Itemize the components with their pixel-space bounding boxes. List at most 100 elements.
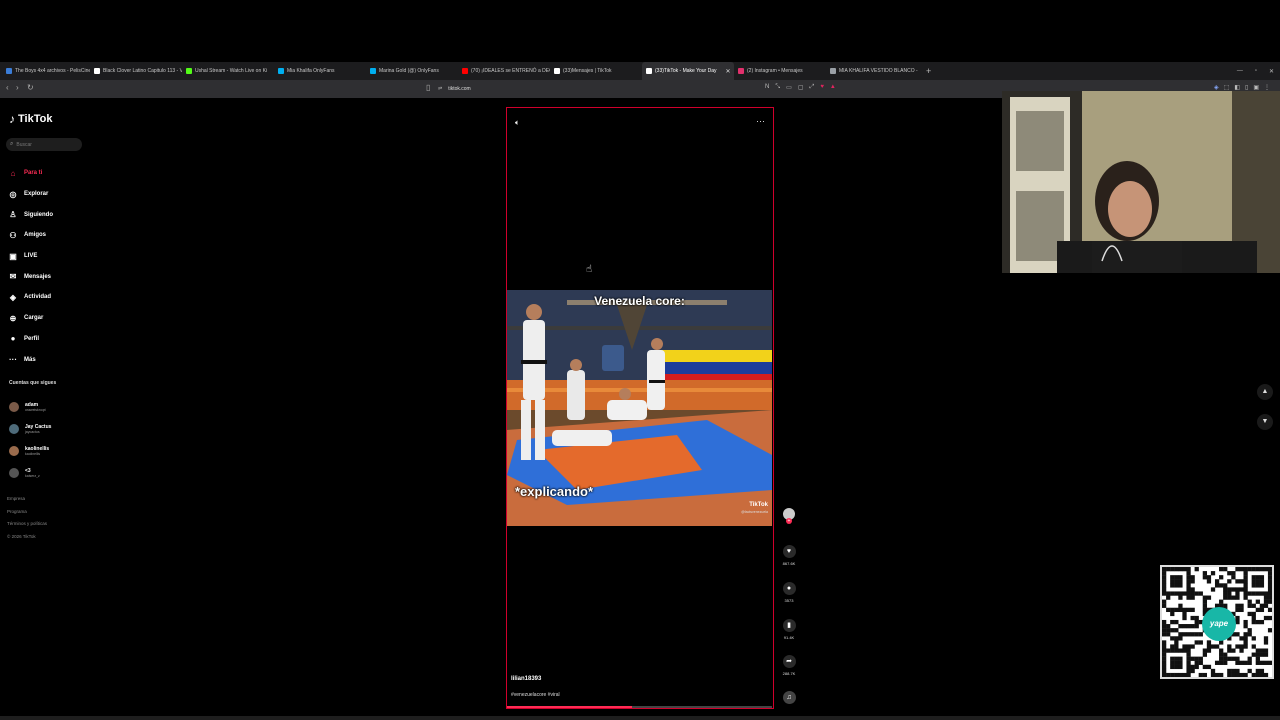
mouse-cursor-icon: ☝︎ bbox=[586, 264, 593, 275]
tab-favicon-icon bbox=[186, 68, 192, 74]
browser-tab-bar: The Boys 4x4 archivos - PelisCine HD Blac… bbox=[0, 62, 1280, 80]
comment-button[interactable]: ● 3573 bbox=[779, 582, 799, 603]
video-author[interactable]: lilian18393 bbox=[511, 676, 541, 682]
extension-icon[interactable]: ♥ bbox=[820, 84, 824, 91]
share-button[interactable]: ➦ 288.7K bbox=[779, 655, 799, 676]
new-tab-button[interactable]: + bbox=[926, 66, 931, 76]
following-account[interactable]: <3 kaiserz_z bbox=[9, 462, 51, 484]
extension-icon[interactable]: ⤢ bbox=[810, 84, 815, 91]
footer-link[interactable]: Programa bbox=[7, 509, 47, 522]
video-bottom-text: *explicando* bbox=[515, 484, 594, 499]
nav-item-label: Siguiendo bbox=[24, 211, 53, 218]
comment-icon: ● bbox=[782, 582, 796, 595]
extension-icon[interactable]: ▲ bbox=[830, 84, 836, 91]
follow-plus-icon[interactable]: + bbox=[786, 518, 792, 524]
following-account[interactable]: Jay Cactus jaycactus bbox=[9, 418, 51, 440]
account-text: kaolinellis kaolinellis bbox=[25, 446, 49, 457]
maximize-icon[interactable]: ▫ bbox=[1255, 68, 1257, 74]
nav-item-label: Perfil bbox=[24, 335, 40, 342]
window-controls: — ▫ ✕ bbox=[1237, 62, 1274, 80]
footer-link[interactable]: Términos y políticas bbox=[7, 521, 47, 534]
nav-item-actividad[interactable]: ◈ Actividad bbox=[8, 287, 53, 308]
browser-tab[interactable]: (70) ¡IDEALES se ENTRENÓ a DEO... bbox=[458, 62, 550, 80]
browser-tab[interactable]: Mia Khalifa OnlyFans bbox=[274, 62, 366, 80]
yape-logo: yape bbox=[1202, 607, 1236, 641]
home-icon: ⌂ bbox=[10, 168, 16, 178]
tab-label: (2) Instagram • Mensajes bbox=[747, 68, 803, 74]
share-icon: ➦ bbox=[782, 655, 796, 668]
nav-item-siguiendo[interactable]: ♙ Siguiendo bbox=[8, 204, 53, 225]
tab-favicon-icon bbox=[830, 68, 836, 74]
nav-item-para-ti[interactable]: ⌂ Para ti bbox=[8, 163, 53, 184]
nav-item-mas[interactable]: ··· Más bbox=[8, 349, 53, 370]
browser-tab[interactable]: (2) Instagram • Mensajes bbox=[734, 62, 826, 80]
video-caption[interactable]: #venezuelacore #viral bbox=[511, 692, 560, 698]
sidebar-footer: Empresa Programa Términos y políticas © 202… bbox=[7, 496, 47, 546]
tiktok-watermark: TikTok @factsvenezuela bbox=[741, 502, 768, 516]
upload-icon: ⊕ bbox=[9, 313, 17, 323]
extension-icon[interactable]: ▢ bbox=[798, 84, 804, 91]
nav-item-explorar[interactable]: ◎ Explorar bbox=[8, 184, 53, 205]
browser-tab[interactable]: (33)Mensajes | TikTok bbox=[550, 62, 642, 80]
back-icon[interactable]: ‹ bbox=[6, 83, 9, 92]
main-nav: ⌂ Para ti ◎ Explorar ♙ Siguiendo ⚇ Amigos ▣ LIVE ✉… bbox=[8, 163, 53, 370]
following-account[interactable]: adam oraweisknopt bbox=[9, 396, 51, 418]
share-count: 288.7K bbox=[782, 671, 796, 676]
nav-item-cargar[interactable]: ⊕ Cargar bbox=[8, 308, 53, 329]
toolbar-icon[interactable]: ▯ bbox=[1245, 84, 1248, 91]
forward-icon[interactable]: › bbox=[16, 83, 19, 92]
extension-icon[interactable]: ⤡ bbox=[775, 84, 780, 91]
minimize-icon[interactable]: — bbox=[1237, 68, 1243, 74]
nav-item-label: Cargar bbox=[24, 315, 44, 322]
more-options-icon[interactable]: ··· bbox=[756, 116, 765, 126]
toolbar-icon[interactable]: ◧ bbox=[1234, 84, 1240, 91]
video-top-text: Venezuela core: bbox=[594, 294, 685, 308]
creator-avatar-button[interactable]: + bbox=[779, 508, 799, 524]
nav-item-mensajes[interactable]: ✉ Mensajes bbox=[8, 266, 53, 287]
volume-icon[interactable]: 🔈︎ bbox=[515, 118, 520, 128]
browser-tab[interactable]: Ushal Stream - Watch Live on Ki bbox=[182, 62, 274, 80]
save-button[interactable]: ▮ 91.4K bbox=[779, 619, 799, 640]
bookmark-icon[interactable]: ▯ bbox=[426, 83, 430, 92]
reload-icon[interactable]: ↻ bbox=[27, 83, 34, 92]
tiktok-logo[interactable]: ♪ TikTok bbox=[9, 112, 52, 126]
nav-item-amigos[interactable]: ⚇ Amigos bbox=[8, 225, 53, 246]
tab-close-icon[interactable]: ✕ bbox=[726, 68, 731, 75]
extension-icon[interactable]: N bbox=[765, 84, 769, 91]
previous-video-button[interactable]: ▲ bbox=[1257, 384, 1273, 400]
like-button[interactable]: ♥ 867.6K bbox=[779, 545, 799, 566]
nav-item-perfil[interactable]: ● Perfil bbox=[8, 329, 53, 350]
video-player[interactable]: 🔈︎ ··· Venezuela core: *explicando* TikT… bbox=[506, 107, 774, 709]
search-input[interactable]: ⌕ Buscar bbox=[6, 138, 82, 151]
video-progress-fill bbox=[507, 706, 632, 708]
live-icon: ▣ bbox=[9, 251, 17, 261]
extension-icon[interactable]: ▭ bbox=[786, 84, 792, 91]
account-text: <3 kaiserz_z bbox=[25, 468, 40, 479]
footer-link[interactable]: Empresa bbox=[7, 496, 47, 509]
music-disc-button[interactable]: ♫ bbox=[779, 691, 799, 704]
tab-label: (33)TikTok - Make Your Day bbox=[655, 68, 717, 74]
browser-tab[interactable]: MIA KHALIFA VESTIDO BLANCO - B... bbox=[826, 62, 918, 80]
account-handle: jaycactus bbox=[25, 429, 40, 434]
bookmark-icon: ▮ bbox=[782, 619, 796, 632]
toolbar-icon[interactable]: ⋮ bbox=[1264, 84, 1270, 91]
watermark-handle: @factsvenezuela bbox=[741, 510, 768, 514]
close-icon[interactable]: ✕ bbox=[1269, 68, 1274, 75]
toolbar-icon[interactable]: ▣ bbox=[1253, 84, 1259, 91]
video-frame: Venezuela core: *explicando* TikTok @fac… bbox=[507, 290, 772, 526]
next-video-button[interactable]: ▼ bbox=[1257, 414, 1273, 430]
webcam-image bbox=[1002, 91, 1280, 273]
nav-item-live[interactable]: ▣ LIVE bbox=[8, 246, 53, 267]
site-info-icon[interactable]: ⇌ bbox=[438, 86, 442, 92]
save-count: 91.4K bbox=[783, 635, 795, 640]
more-icon: ··· bbox=[9, 355, 17, 365]
browser-tab[interactable]: The Boys 4x4 archivos - PelisCine HD bbox=[2, 62, 90, 80]
browser-tab[interactable]: Black Clover Latino Capitulo 113 - Ve bbox=[90, 62, 182, 80]
toolbar-icon[interactable]: ⬚ bbox=[1224, 84, 1230, 91]
browser-tab[interactable]: (33)TikTok - Make Your Day ✕ bbox=[642, 62, 734, 80]
account-handle: kaolinellis bbox=[25, 451, 41, 456]
browser-tab[interactable]: Marina Gold (@) OnlyFans bbox=[366, 62, 458, 80]
toolbar-icon[interactable]: ◈ bbox=[1214, 84, 1219, 91]
following-account[interactable]: kaolinellis kaolinellis bbox=[9, 440, 51, 462]
account-name: Jay Cactus bbox=[25, 423, 52, 430]
